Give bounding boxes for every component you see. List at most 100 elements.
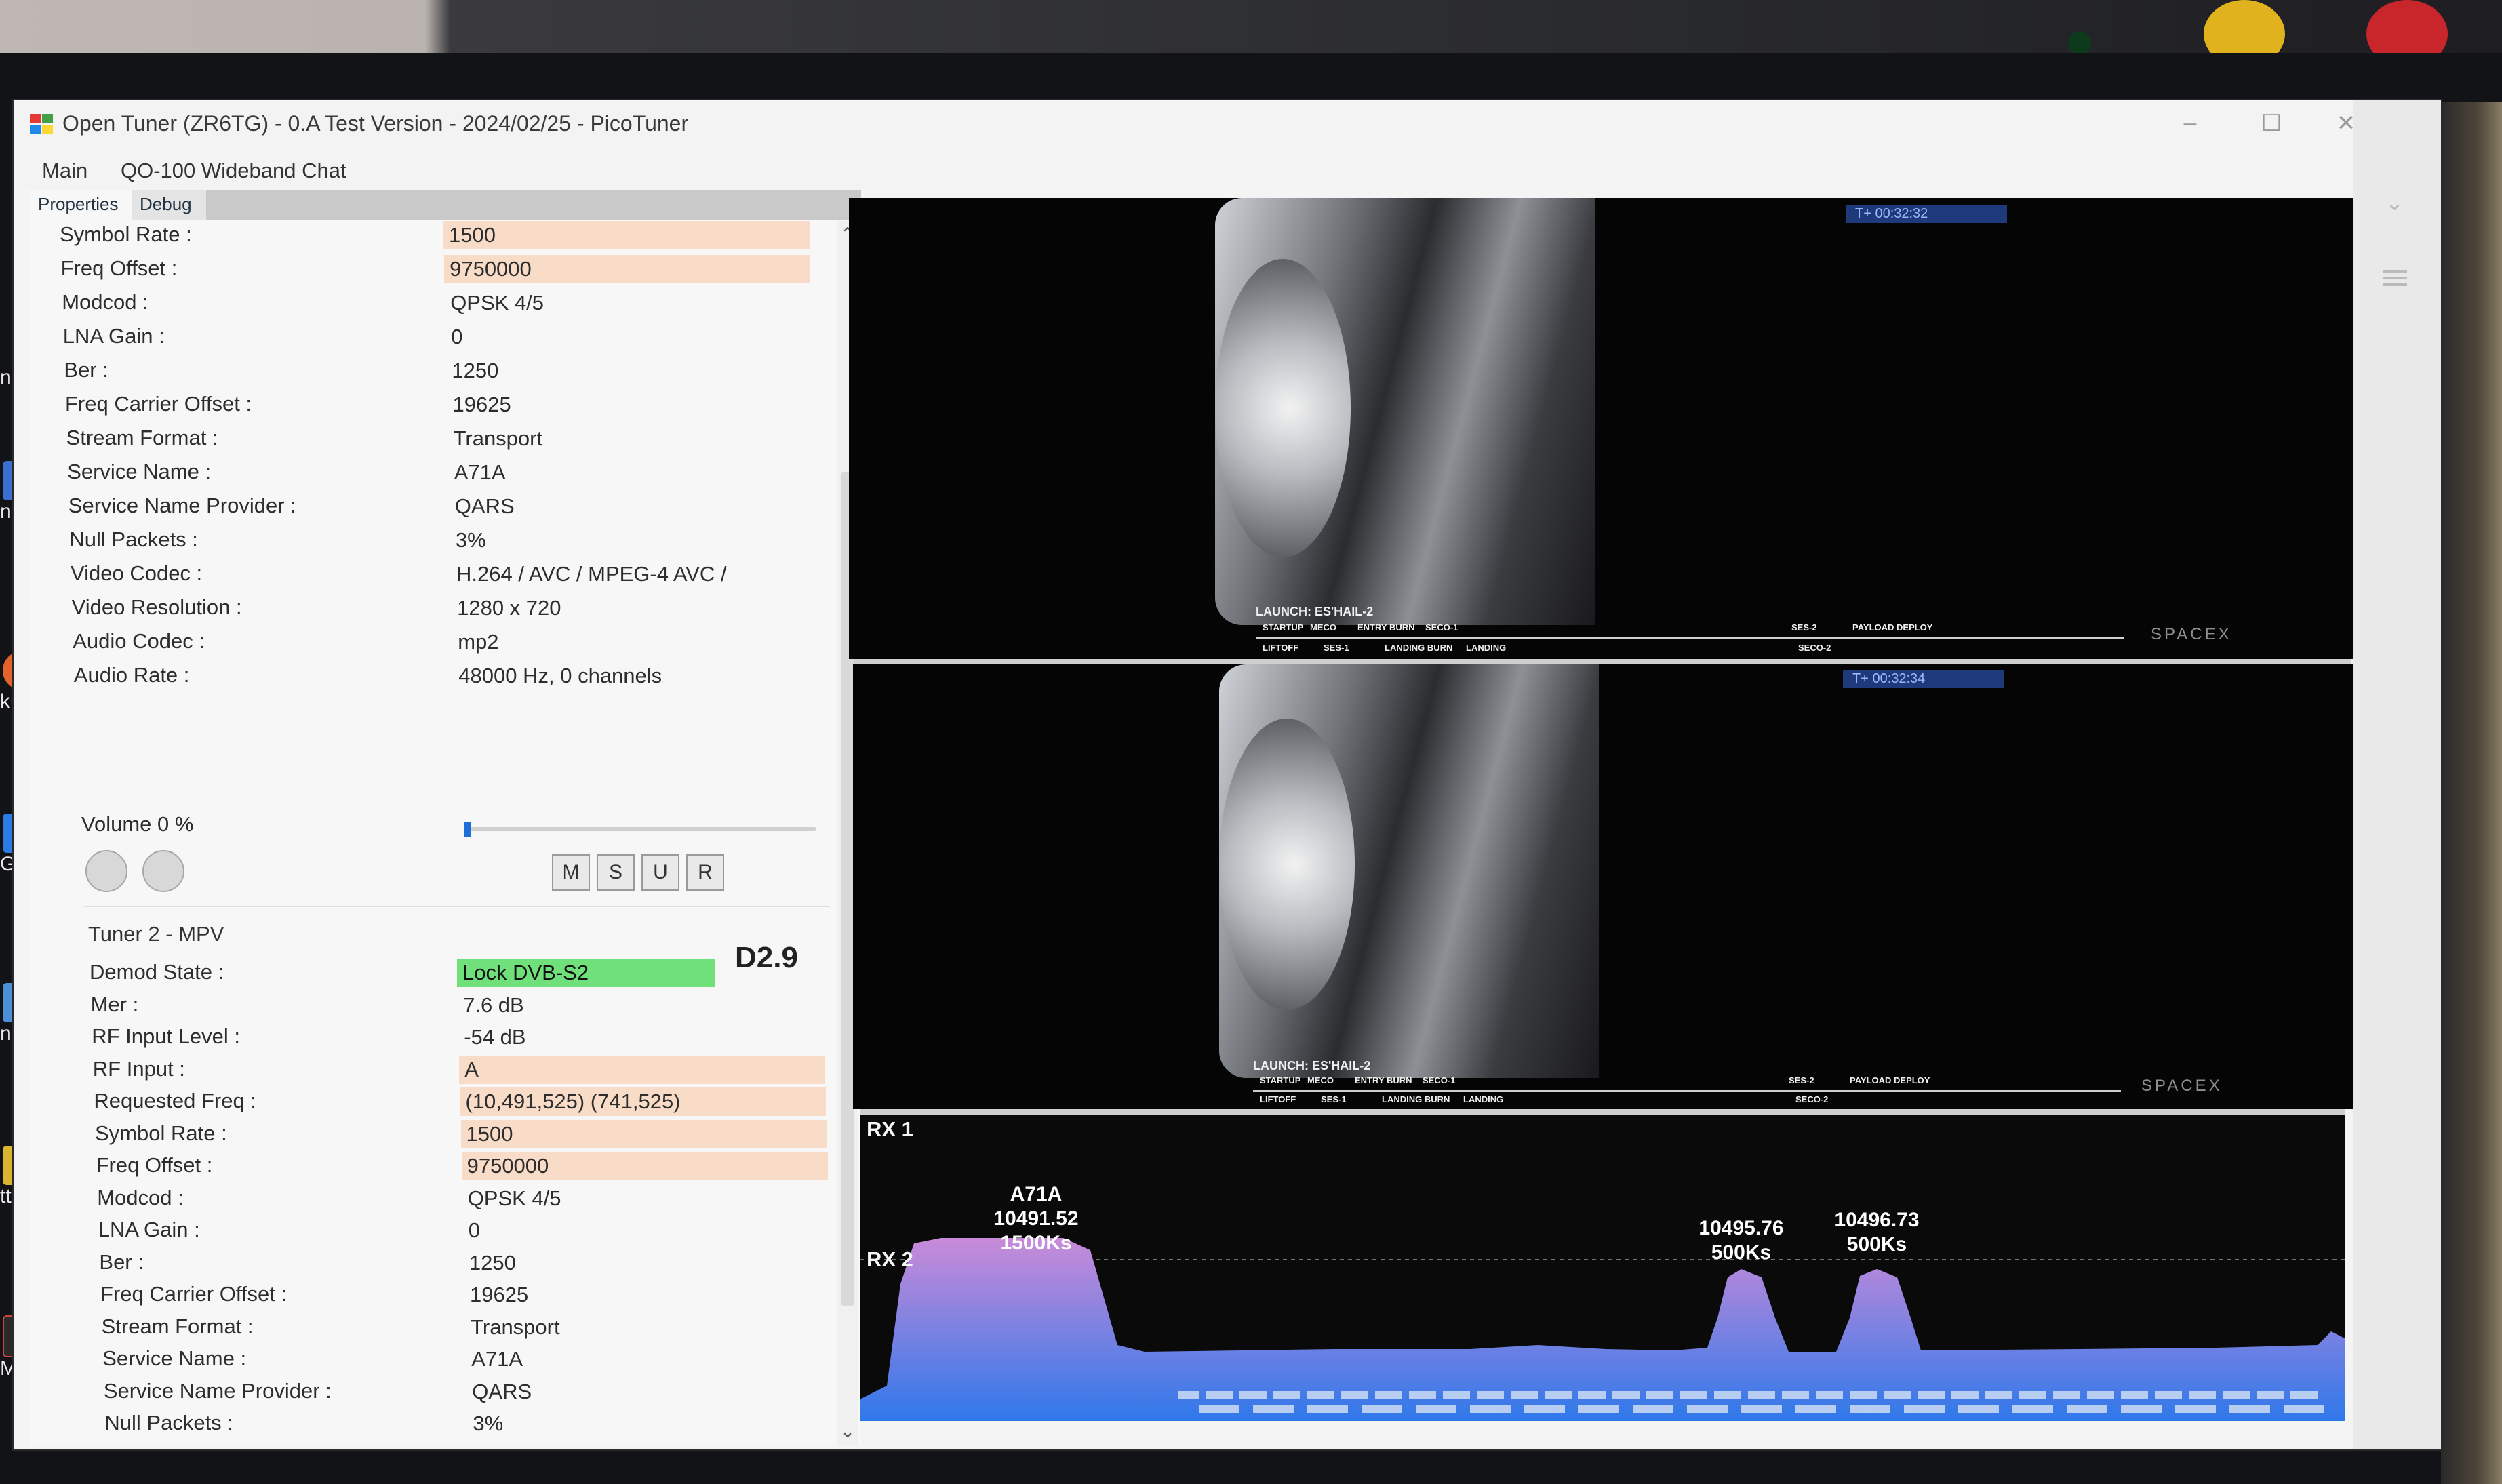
menu-qo100-chat[interactable]: QO-100 Wideband Chat: [121, 159, 346, 183]
timeline-event: SECO-1: [1425, 622, 1458, 633]
property-row: Video Resolution : 1280 x 720: [30, 594, 830, 625]
property-row: Null Packets : 3%: [30, 526, 830, 557]
chevron-down-icon[interactable]: ⌄: [2385, 190, 2404, 216]
right-side-panel: ⌄: [2353, 100, 2441, 1449]
volume-slider[interactable]: [464, 827, 816, 831]
timeline-event: ENTRY BURN: [1355, 1075, 1412, 1085]
property-row: Freq Carrier Offset : 19625: [30, 1281, 830, 1312]
tab-debug[interactable]: Debug: [132, 190, 206, 220]
spectrum-display[interactable]: RX 1 RX 2 A71A 10491.52 1500Ks 10495.76 …: [860, 1115, 2345, 1421]
property-row: Ber : 1250: [30, 1249, 830, 1280]
pane-separator: [860, 1109, 2345, 1115]
property-value: 1250: [452, 359, 499, 382]
property-row: Freq Carrier Offset : 19625: [30, 390, 830, 422]
property-row: Symbol Rate : 1500: [30, 221, 830, 252]
mission-timer: T+ 00:32:34: [1843, 670, 2004, 688]
property-label: Symbol Rate :: [95, 1121, 227, 1145]
udp-button[interactable]: U: [641, 854, 679, 891]
snapshot-button[interactable]: S: [597, 854, 635, 891]
property-label: Freq Carrier Offset :: [65, 392, 252, 416]
property-value[interactable]: A: [459, 1055, 826, 1084]
timeline-bar: [1253, 1090, 2121, 1092]
property-label: Symbol Rate :: [60, 222, 192, 246]
menu-main[interactable]: Main: [42, 159, 87, 183]
video-pane-rx1[interactable]: T+ 00:32:32 LAUNCH: ES'HAIL-2 STARTUP MEC…: [849, 198, 2366, 659]
property-row: Stream Format : Transport: [30, 1313, 830, 1344]
property-value: 0: [451, 325, 463, 348]
mute-button[interactable]: M: [552, 854, 590, 891]
property-value: A71A: [454, 460, 506, 484]
property-label: RF Input :: [92, 1056, 185, 1081]
property-row: Audio Rate : 48000 Hz, 0 channels: [30, 662, 830, 693]
record-button[interactable]: R: [686, 854, 724, 891]
maximize-button[interactable]: ☐: [2251, 110, 2292, 137]
property-label: Freq Offset :: [96, 1153, 213, 1177]
property-label: Service Name :: [102, 1346, 247, 1370]
property-value: Lock DVB-S2: [457, 959, 715, 987]
rx1-label: RX 1: [867, 1117, 913, 1141]
mission-name: LAUNCH: ES'HAIL-2: [1256, 605, 1374, 618]
property-row: Audio Codec : mp2: [30, 628, 830, 659]
property-label: Video Codec :: [106, 1443, 237, 1446]
title-bar[interactable]: Open Tuner (ZR6TG) - 0.A Test Version - …: [14, 100, 2441, 152]
window-title: Open Tuner (ZR6TG) - 0.A Test Version - …: [62, 111, 689, 136]
property-label: Service Name Provider :: [68, 494, 296, 517]
property-label: Stream Format :: [101, 1314, 254, 1338]
property-row: Freq Offset : 9750000: [30, 255, 830, 286]
timeline-event: SES-1: [1324, 643, 1349, 653]
open-tuner-window: Open Tuner (ZR6TG) - 0.A Test Version - …: [14, 100, 2441, 1449]
property-value: 1250: [469, 1250, 516, 1275]
property-value: Transport: [471, 1315, 560, 1339]
timeline-event: ENTRY BURN: [1357, 622, 1415, 633]
property-label: LNA Gain :: [98, 1218, 200, 1241]
properties-panel: Properties Debug Symbol Rate : 1500 Freq O…: [30, 190, 861, 1445]
property-label: Stream Format :: [66, 426, 218, 449]
volume-slider-thumb[interactable]: [464, 822, 471, 837]
property-row: Video Codec : H.264 / AVC / MPEG-4 AVC /: [30, 560, 830, 591]
property-row: Ber : 1250: [30, 357, 830, 388]
satellite-dish: [1219, 719, 1355, 1010]
video-pane-rx2[interactable]: T+ 00:32:34 LAUNCH: ES'HAIL-2 STARTUP MEC…: [853, 664, 2358, 1109]
property-label: Service Name Provider :: [103, 1378, 332, 1403]
timeline-event: SES-1: [1321, 1094, 1347, 1104]
hamburger-icon[interactable]: [2383, 270, 2407, 273]
property-value: 7.6 dB: [463, 992, 524, 1017]
minimize-button[interactable]: –: [2170, 110, 2210, 136]
peak-label-2[interactable]: 10495.76 500Ks: [1687, 1216, 1795, 1265]
timeline-event: STARTUP: [1263, 622, 1304, 633]
property-label: LNA Gain :: [62, 324, 165, 348]
timeline-event: LANDING: [1463, 1094, 1504, 1104]
property-label: Ber :: [64, 358, 108, 382]
tab-properties[interactable]: Properties: [30, 190, 132, 220]
property-row: Symbol Rate : 1500: [30, 1119, 830, 1151]
mission-name: LAUNCH: ES'HAIL-2: [1253, 1059, 1371, 1072]
property-value[interactable]: 1500: [443, 221, 810, 249]
spectrum-graph: [860, 1238, 2345, 1421]
scroll-down-icon[interactable]: ⌄: [837, 1421, 858, 1442]
property-value: QPSK 4/5: [467, 1186, 561, 1210]
volume-row: Volume 0 %: [30, 812, 830, 843]
property-value[interactable]: 1500: [460, 1119, 827, 1148]
property-label: Freq Carrier Offset :: [100, 1282, 287, 1306]
peak-rate: 1500Ks: [1000, 1232, 1072, 1254]
section-divider: [84, 906, 830, 907]
property-value[interactable]: 9750000: [461, 1152, 828, 1180]
peak-label-1[interactable]: A71A 10491.52 1500Ks: [982, 1182, 1090, 1256]
property-label: Requested Freq :: [94, 1089, 256, 1112]
peak-label-3[interactable]: 10496.73 500Ks: [1823, 1208, 1931, 1257]
timeline-event: LANDING BURN: [1382, 1094, 1450, 1104]
property-row: LNA Gain : 0: [30, 323, 830, 354]
property-value: A71A: [471, 1347, 523, 1371]
property-value[interactable]: (10,491,525) (741,525): [460, 1087, 827, 1116]
timeline-bar: [1256, 637, 2124, 639]
timeline-event: STARTUP: [1260, 1075, 1301, 1085]
property-value: QARS: [472, 1379, 532, 1403]
property-value: 48000 Hz, 0 channels: [458, 664, 662, 687]
property-value[interactable]: 9750000: [444, 255, 811, 283]
property-label: Video Resolution :: [71, 595, 242, 619]
background-equipment: [2441, 102, 2502, 1484]
peak-rate: 500Ks: [1846, 1233, 1907, 1256]
property-row: LNA Gain : 0: [30, 1216, 830, 1247]
property-label: Mer :: [90, 992, 139, 1016]
volume-label: Volume 0 %: [81, 812, 194, 836]
